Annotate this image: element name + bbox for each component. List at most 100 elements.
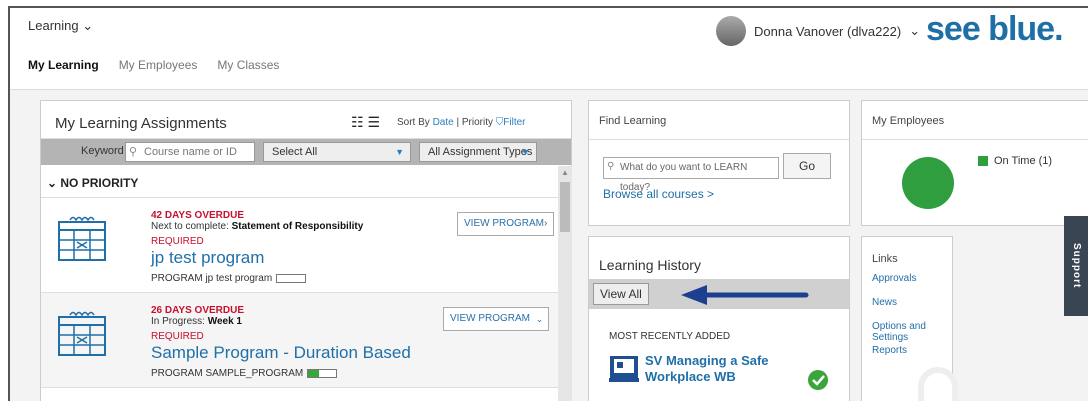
scroll-up-icon[interactable]: ▲ xyxy=(561,168,569,177)
sort-priority-link[interactable]: Priority xyxy=(462,117,493,128)
list-item: 26 DAYS OVERDUE In Progress: Week 1 REQU… xyxy=(41,293,558,388)
assignments-scrollbar[interactable]: ▲ xyxy=(558,166,572,401)
view-all-button[interactable]: View All xyxy=(593,283,649,305)
group-label: NO PRIORITY xyxy=(60,176,139,190)
learning-menu[interactable]: Learning ⌄ xyxy=(28,18,93,34)
watermark-icon xyxy=(918,367,958,401)
filter-link[interactable]: ⛉Filter xyxy=(496,117,526,128)
link-reports[interactable]: Reports xyxy=(872,345,907,356)
course-title-link[interactable]: SV Managing a Safe Workplace WB xyxy=(645,353,769,385)
sort-controls: Sort By Date | Priority ⛉Filter xyxy=(397,117,526,128)
completed-check-icon xyxy=(808,370,828,390)
program-code: PROGRAM jp test program xyxy=(151,273,307,284)
tab-my-learning[interactable]: My Learning xyxy=(28,58,99,72)
link-approvals[interactable]: Approvals xyxy=(872,273,916,284)
user-name: Donna Vanover (dlva222) xyxy=(754,23,902,39)
caret-down-icon: ▼ xyxy=(521,147,530,157)
next-prefix: Next to complete: xyxy=(151,221,229,232)
divider xyxy=(589,139,849,140)
top-bar: Learning ⌄ My Learning My Employees My C… xyxy=(10,8,1088,90)
next-prefix: In Progress: xyxy=(151,316,205,327)
calendar-icon xyxy=(58,311,106,356)
brand-logo: see blue. xyxy=(918,8,1071,50)
user-menu[interactable]: Donna Vanover (dlva222) ⌄ xyxy=(716,16,920,46)
my-employees-panel: My Employees On Time (1) xyxy=(861,100,1088,226)
sort-date-link[interactable]: Date xyxy=(433,117,454,128)
legend-label: On Time (1) xyxy=(994,155,1053,167)
select-all-value: Select All xyxy=(272,146,318,158)
progress-fill xyxy=(308,369,320,377)
chevron-down-icon: ⌄ xyxy=(47,176,61,190)
list-item: 42 DAYS OVERDUE Next to complete: Statem… xyxy=(41,198,558,293)
assignment-types-value: All Assignment Types xyxy=(428,146,533,158)
chevron-down-icon: ⌄ xyxy=(535,314,544,324)
group-toggle-no-priority[interactable]: ⌄ NO PRIORITY xyxy=(41,166,558,198)
tab-my-employees[interactable]: My Employees xyxy=(119,58,198,72)
next-value: Week 1 xyxy=(207,316,242,327)
link-options-settings[interactable]: Options and Settings xyxy=(872,321,952,343)
learning-history-panel: Learning History View All MOST RECENTLY … xyxy=(588,236,850,401)
course-title-line: Workplace WB xyxy=(645,369,736,384)
link-news[interactable]: News xyxy=(872,297,897,308)
support-tab[interactable]: Support xyxy=(1064,216,1088,316)
panel-title: Links xyxy=(872,253,898,265)
main-nav: My Learning My Employees My Classes xyxy=(28,58,279,72)
links-panel: Links Approvals News Options and Setting… xyxy=(861,236,958,401)
find-learning-panel: Find Learning What do you want to LEARN … xyxy=(588,100,850,226)
required-label: REQUIRED xyxy=(151,236,204,247)
status-pie-chart xyxy=(902,157,954,209)
program-code-text: PROGRAM jp test program xyxy=(151,273,273,284)
view-program-options[interactable]: ⌄ xyxy=(531,307,549,331)
keyword-label: Keyword xyxy=(81,145,124,157)
filter-bar: Keyword Course name or ID ⚲ Select All ▼… xyxy=(41,139,571,165)
view-program-button[interactable]: VIEW PROGRAM› xyxy=(457,212,555,236)
learning-menu-label: Learning xyxy=(28,18,79,33)
assignments-header: My Learning Assignments ☷ ☰ Sort By Date… xyxy=(41,101,571,139)
pie-slice-on-time xyxy=(902,157,954,209)
panel-title: Learning History xyxy=(599,257,701,273)
assignment-types-dropdown[interactable]: All Assignment Types ▼ xyxy=(419,142,537,162)
panel-title: My Learning Assignments xyxy=(55,115,227,132)
browse-all-courses-link[interactable]: Browse all courses > xyxy=(603,187,714,201)
course-title-line: SV Managing a Safe xyxy=(645,353,769,368)
panel-title: Find Learning xyxy=(599,115,667,127)
search-icon: ⚲ xyxy=(129,146,138,158)
avatar xyxy=(716,16,746,46)
app-frame: Learning ⌄ My Learning My Employees My C… xyxy=(8,6,1088,401)
calendar-icon xyxy=(58,216,106,261)
go-button[interactable]: Go xyxy=(783,153,831,179)
legend-on-time: On Time (1) xyxy=(978,155,1052,167)
program-title-link[interactable]: jp test program xyxy=(151,248,264,268)
in-progress: In Progress: Week 1 xyxy=(151,316,242,327)
progress-bar xyxy=(276,273,307,283)
program-code-text: PROGRAM SAMPLE_PROGRAM xyxy=(151,368,304,379)
list-view-icon[interactable]: ☰ xyxy=(367,114,380,130)
arrow-left-icon xyxy=(681,285,809,305)
keyword-input[interactable]: Course name or ID xyxy=(125,142,255,162)
learn-search-input[interactable]: What do you want to LEARN today? xyxy=(603,157,779,193)
next-value: Statement of Responsibility xyxy=(231,221,364,232)
chevron-down-icon: ⌄ xyxy=(82,18,94,33)
overdue-badge: 42 DAYS OVERDUE xyxy=(151,210,244,221)
scroll-thumb[interactable] xyxy=(560,182,570,232)
legend-swatch xyxy=(978,156,988,167)
select-all-dropdown[interactable]: Select All ▼ xyxy=(263,142,411,162)
assignments-list: ⌄ NO PRIORITY 42 DAYS OVERDUE Next to co… xyxy=(41,166,558,401)
program-title-link[interactable]: Sample Program - Duration Based xyxy=(151,343,411,363)
next-to-complete: Next to complete: Statement of Responsib… xyxy=(151,221,363,232)
view-program-button[interactable]: VIEW PROGRAM xyxy=(443,307,538,331)
filter-label: Filter xyxy=(503,117,526,128)
most-recent-label: MOST RECENTLY ADDED xyxy=(609,331,731,342)
search-icon: ⚲ xyxy=(607,161,615,172)
sort-label: Sort By xyxy=(397,117,430,128)
required-label: REQUIRED xyxy=(151,331,204,342)
progress-bar xyxy=(307,368,338,378)
learning-assignments-panel: My Learning Assignments ☷ ☰ Sort By Date… xyxy=(40,100,572,401)
sort-separator: | xyxy=(456,117,460,128)
overdue-badge: 26 DAYS OVERDUE xyxy=(151,305,244,316)
grid-view-icon[interactable]: ☷ xyxy=(351,114,364,130)
view-toggle[interactable]: ☷ ☰ xyxy=(351,114,380,131)
computer-course-icon xyxy=(609,356,639,382)
tab-my-classes[interactable]: My Classes xyxy=(217,58,279,72)
caret-down-icon: ▼ xyxy=(395,147,404,157)
